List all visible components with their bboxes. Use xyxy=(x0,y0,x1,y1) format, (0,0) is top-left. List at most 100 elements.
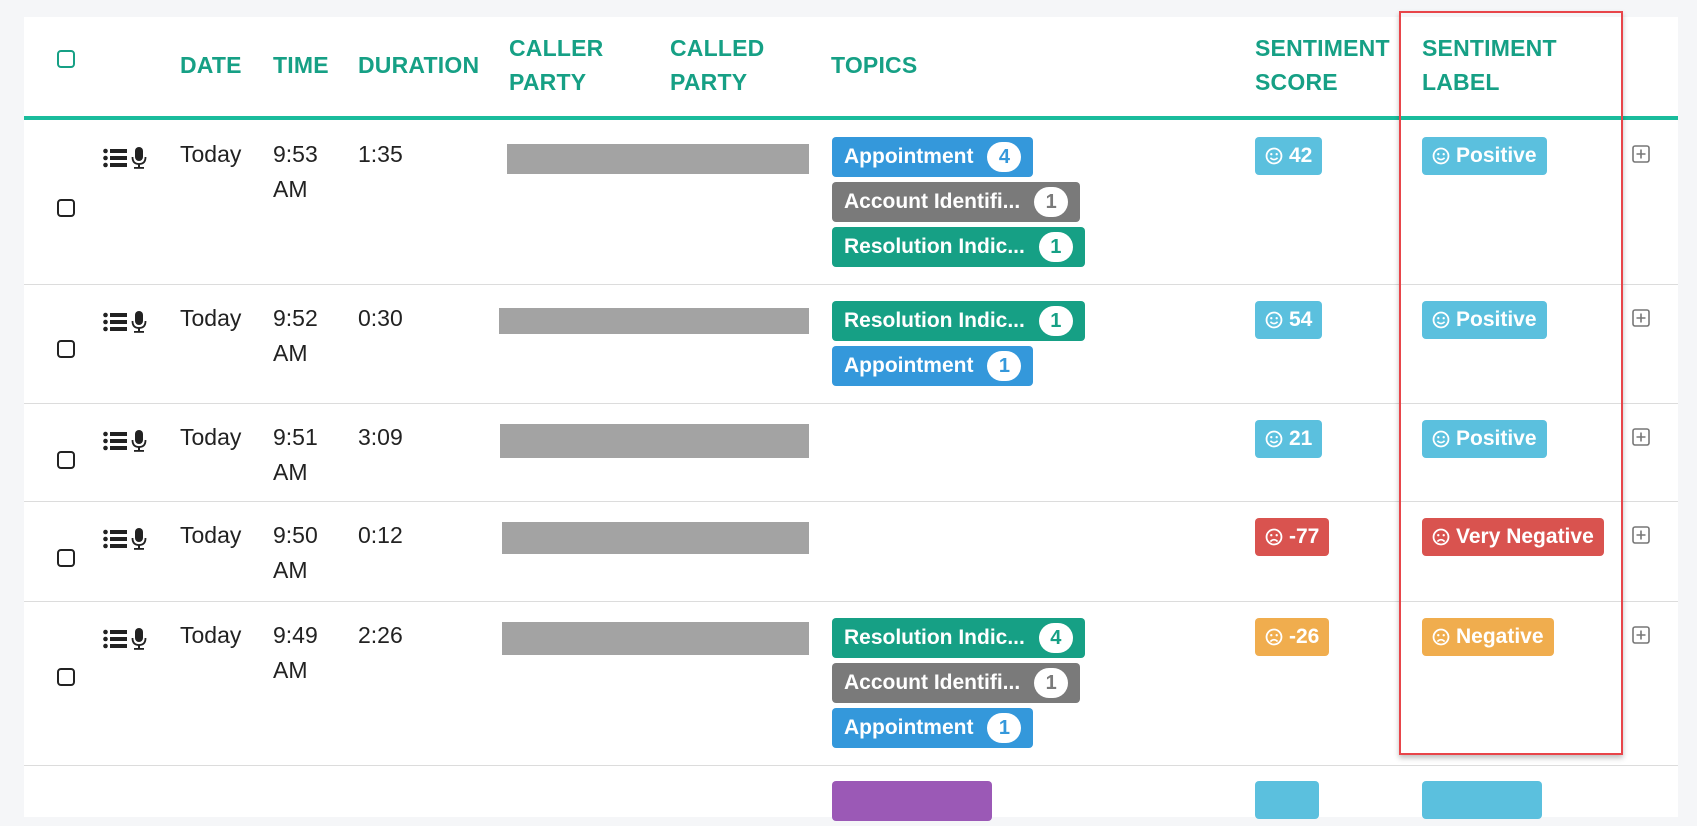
row-actions xyxy=(103,628,147,650)
header-label-line2: LABEL xyxy=(1422,69,1500,95)
topic-label: Appointment xyxy=(844,145,974,168)
sentiment-score-badge: 21 xyxy=(1255,420,1323,458)
sentiment-score-value: 54 xyxy=(1289,308,1313,331)
header-topics[interactable]: TOPICS xyxy=(831,48,917,82)
topic-tag[interactable]: Appointment 1 xyxy=(832,346,1034,386)
topic-tag[interactable]: Appointment 4 xyxy=(832,137,1034,177)
topic-tag[interactable]: Account Identifi... 1 xyxy=(832,663,1081,703)
sentiment-score-value: -77 xyxy=(1289,525,1320,548)
time-cell: 9:51 AM xyxy=(273,420,318,490)
microphone-icon[interactable] xyxy=(131,528,147,550)
sentiment-score-badge: -26 xyxy=(1255,618,1330,656)
row-checkbox[interactable] xyxy=(57,199,75,217)
topic-label: Appointment xyxy=(844,354,974,377)
smile-icon xyxy=(1432,147,1450,165)
select-all-checkbox[interactable] xyxy=(57,50,75,68)
topic-count: 1 xyxy=(1034,668,1069,698)
microphone-icon[interactable] xyxy=(131,147,147,169)
time-ampm: AM xyxy=(273,557,308,583)
list-icon[interactable] xyxy=(103,529,127,549)
date-cell: Today xyxy=(180,522,242,548)
sentiment-score-badge xyxy=(1255,781,1319,819)
sentiment-label-badge: Negative xyxy=(1422,618,1554,656)
header-called-party[interactable]: CALLED PARTY xyxy=(670,31,764,99)
topic-tag[interactable]: Appointment 1 xyxy=(832,708,1034,748)
smile-icon xyxy=(1432,430,1450,448)
duration-cell: 2:26 xyxy=(358,622,403,648)
header-sentiment-score[interactable]: SENTIMENT SCORE xyxy=(1255,31,1390,99)
row-checkbox[interactable] xyxy=(57,340,75,358)
topic-tag[interactable]: Resolution Indic... 1 xyxy=(832,301,1085,341)
row-checkbox[interactable] xyxy=(57,668,75,686)
time-cell: 9:52 AM xyxy=(273,301,318,371)
date-cell: Today xyxy=(180,141,242,167)
date-cell: Today xyxy=(180,305,242,331)
table-row: Today 9:51 AM 3:09 21 Positive xyxy=(24,403,1678,501)
expand-row-icon[interactable] xyxy=(1632,309,1650,327)
redacted-party-info xyxy=(502,522,809,554)
topic-tag[interactable] xyxy=(832,781,992,821)
sentiment-label-badge: Positive xyxy=(1422,137,1547,175)
header-duration[interactable]: DURATION xyxy=(358,48,479,82)
topic-tag[interactable]: Account Identifi... 1 xyxy=(832,182,1081,222)
list-icon[interactable] xyxy=(103,148,127,168)
header-caller-party[interactable]: CALLER PARTY xyxy=(509,31,603,99)
list-icon[interactable] xyxy=(103,629,127,649)
topic-label: Account Identifi... xyxy=(844,671,1021,694)
expand-row-icon[interactable] xyxy=(1632,626,1650,644)
expand-row-icon[interactable] xyxy=(1632,526,1650,544)
sentiment-label-value: Very Negative xyxy=(1456,525,1594,548)
date-cell: Today xyxy=(180,622,242,648)
topic-tag[interactable]: Resolution Indic... 4 xyxy=(832,618,1085,658)
redacted-party-info xyxy=(502,622,809,655)
sentiment-label-badge: Very Negative xyxy=(1422,518,1604,556)
list-icon[interactable] xyxy=(103,431,127,451)
date-cell: Today xyxy=(180,424,242,450)
time-value: 9:53 xyxy=(273,141,318,167)
topic-label: Resolution Indic... xyxy=(844,235,1025,258)
sentiment-label-badge: Positive xyxy=(1422,301,1547,339)
duration-cell: 3:09 xyxy=(358,424,403,450)
header-label-line1: SENTIMENT xyxy=(1422,35,1557,61)
expand-row-icon[interactable] xyxy=(1632,145,1650,163)
sentiment-score-value: 21 xyxy=(1289,427,1313,450)
sentiment-label-value: Negative xyxy=(1456,625,1544,648)
microphone-icon[interactable] xyxy=(131,430,147,452)
row-actions xyxy=(103,311,147,333)
duration-cell: 0:30 xyxy=(358,305,403,331)
microphone-icon[interactable] xyxy=(131,628,147,650)
topic-tag[interactable]: Resolution Indic... 1 xyxy=(832,227,1085,267)
topic-count: 1 xyxy=(1038,306,1073,336)
topic-count: 1 xyxy=(987,351,1022,381)
topic-count: 4 xyxy=(1038,623,1073,653)
sentiment-score-value: 42 xyxy=(1289,144,1313,167)
header-date[interactable]: DATE xyxy=(180,48,242,82)
time-ampm: AM xyxy=(273,459,308,485)
expand-row-icon[interactable] xyxy=(1632,428,1650,446)
sentiment-score-badge: 42 xyxy=(1255,137,1323,175)
duration-cell: 0:12 xyxy=(358,522,403,548)
row-checkbox[interactable] xyxy=(57,549,75,567)
frown-icon xyxy=(1432,628,1450,646)
table-row: Today 9:53 AM 1:35 Appointment 4 Account Id… xyxy=(24,120,1678,284)
redacted-party-info xyxy=(499,308,809,334)
frown-icon xyxy=(1432,528,1450,546)
time-ampm: AM xyxy=(273,657,308,683)
header-time[interactable]: TIME xyxy=(273,48,329,82)
sentiment-score-badge: -77 xyxy=(1255,518,1330,556)
microphone-icon[interactable] xyxy=(131,311,147,333)
header-sentiment-label[interactable]: SENTIMENT LABEL xyxy=(1422,31,1557,99)
sentiment-label-value: Positive xyxy=(1456,427,1537,450)
time-value: 9:50 xyxy=(273,522,318,548)
redacted-party-info xyxy=(507,144,809,174)
list-icon[interactable] xyxy=(103,312,127,332)
sentiment-label-value: Positive xyxy=(1456,144,1537,167)
sentiment-score-value: -26 xyxy=(1289,625,1320,648)
smile-icon xyxy=(1265,147,1283,165)
row-checkbox[interactable] xyxy=(57,451,75,469)
topic-count: 1 xyxy=(1038,232,1073,262)
calls-table: DATE TIME DURATION CALLER PARTY CALLED P… xyxy=(24,17,1678,821)
table-row: Today 9:52 AM 0:30 Resolution Indic... 1 Ap… xyxy=(24,284,1678,403)
table-row-partial xyxy=(24,766,1678,826)
sentiment-label-badge xyxy=(1422,781,1542,819)
